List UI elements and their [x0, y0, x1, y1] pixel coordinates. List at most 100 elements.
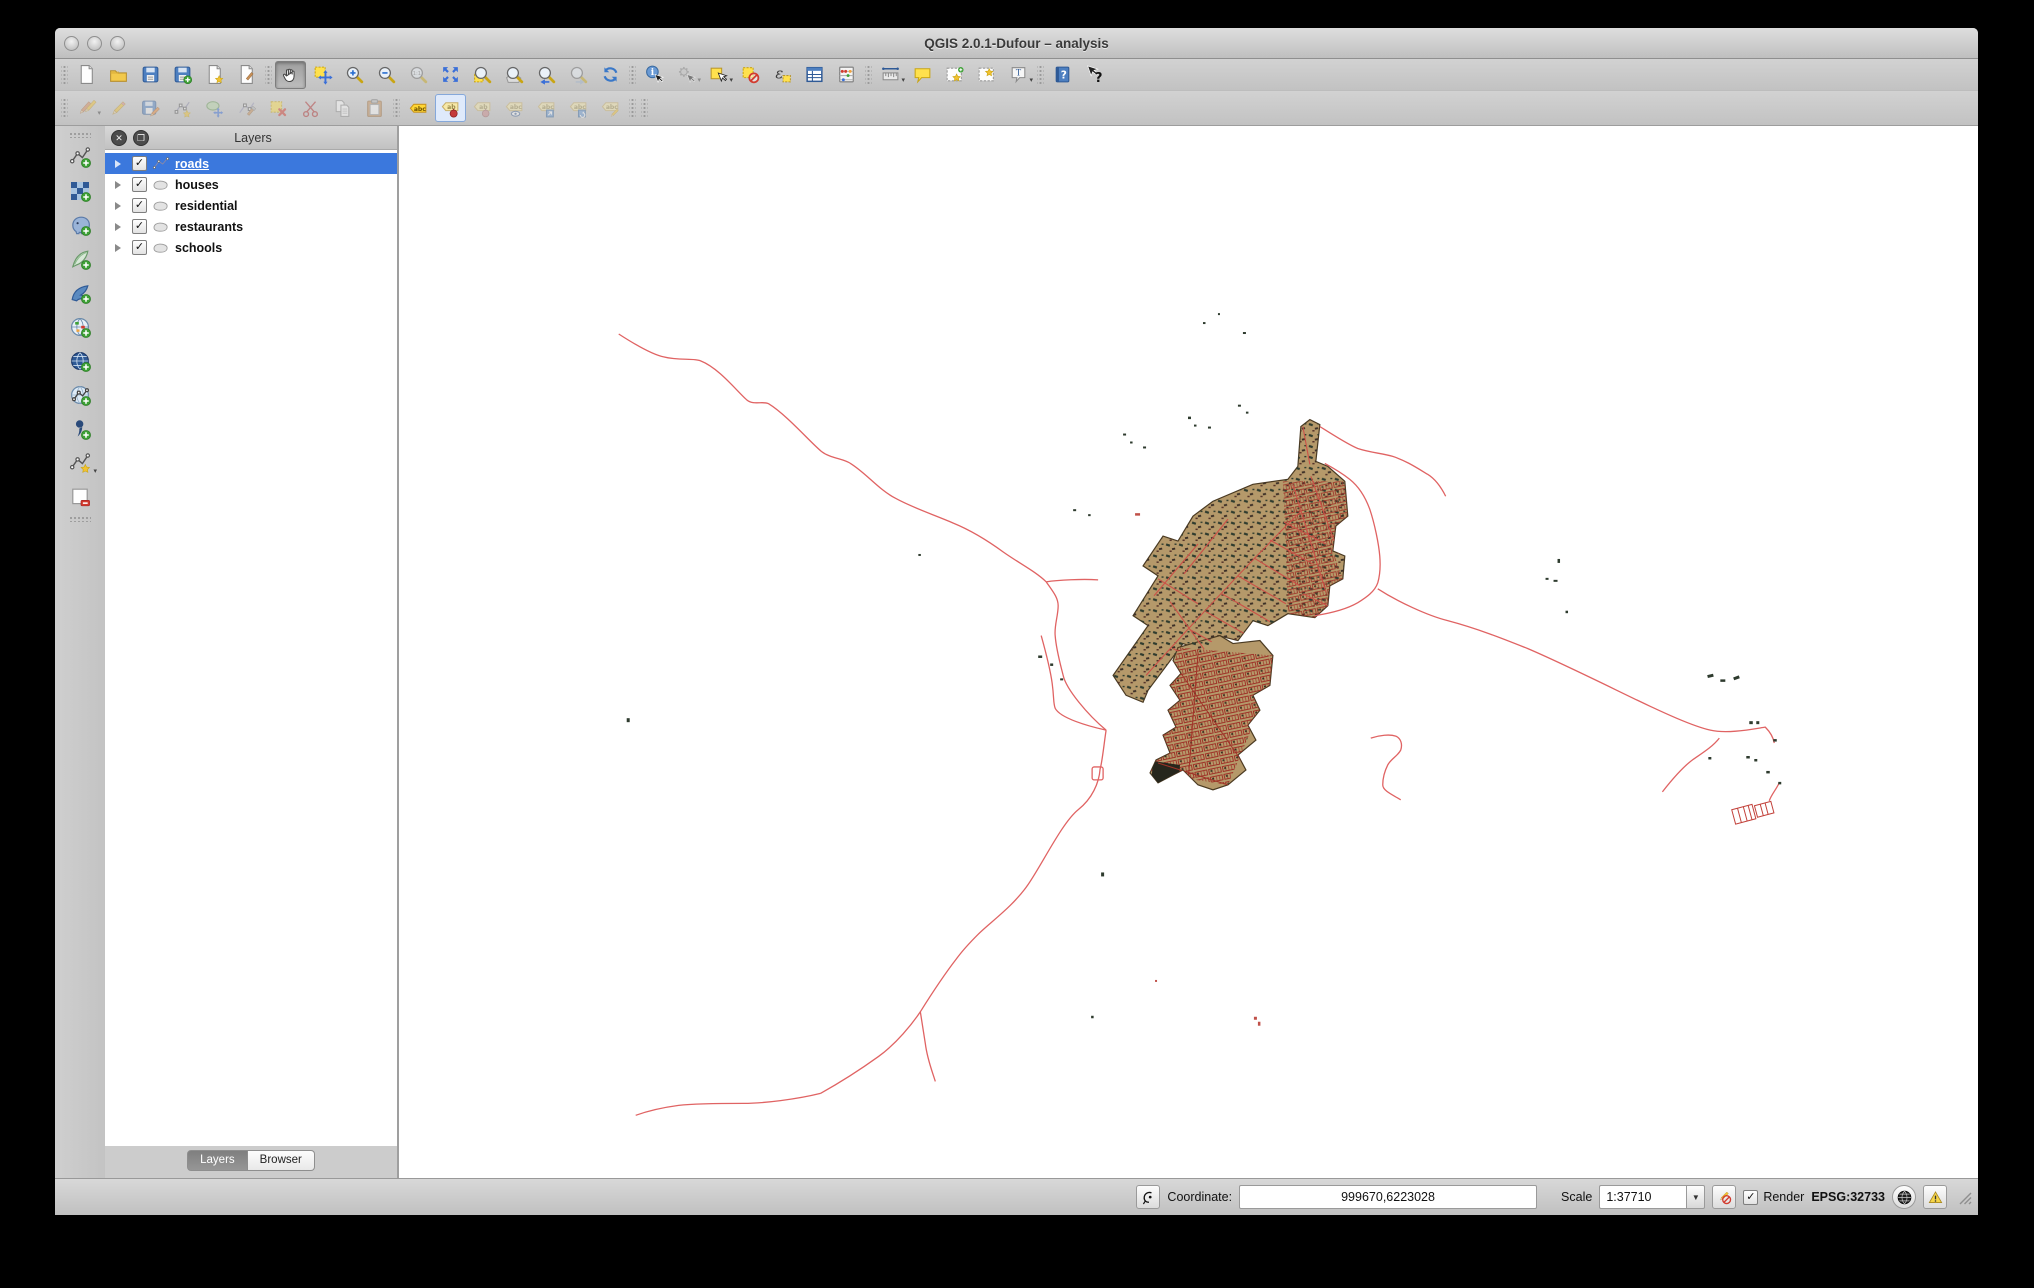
cut-features-button[interactable] — [295, 94, 326, 122]
pan-map-button[interactable] — [275, 60, 306, 89]
zoom-window-button[interactable] — [110, 35, 125, 51]
labeling-options-button[interactable] — [403, 94, 434, 122]
delete-selected-button[interactable] — [263, 94, 294, 122]
add-feature-button[interactable] — [167, 94, 198, 122]
open-project-button[interactable] — [103, 61, 134, 89]
add-wfs-layer-button[interactable] — [62, 378, 98, 412]
add-raster-layer-button[interactable] — [62, 174, 98, 208]
run-feature-action-button[interactable]: ▾ — [671, 61, 702, 89]
toolbar-drag-handle[interactable] — [641, 98, 648, 118]
close-window-button[interactable] — [64, 35, 79, 51]
expand-arrow-icon[interactable] — [115, 159, 127, 168]
toolbar-drag-handle[interactable] — [69, 132, 91, 138]
field-calculator-button[interactable] — [831, 61, 862, 89]
copy-features-button[interactable] — [327, 94, 358, 122]
layer-row-roads[interactable]: ✓ roads — [105, 153, 397, 174]
text-annotation-button[interactable]: ▾ — [1003, 61, 1034, 89]
pin-unpin-labels-button[interactable] — [435, 94, 466, 122]
zoom-to-layer-button[interactable] — [499, 61, 530, 89]
add-postgis-layer-button[interactable] — [62, 208, 98, 242]
expand-arrow-icon[interactable] — [115, 222, 127, 231]
layer-checkbox[interactable]: ✓ — [132, 240, 147, 255]
toolbar-drag-handle[interactable] — [393, 98, 400, 118]
add-wcs-layer-button[interactable] — [62, 344, 98, 378]
zoom-next-button[interactable] — [563, 61, 594, 89]
toggle-editing-button[interactable] — [103, 94, 134, 122]
identify-features-button[interactable] — [639, 61, 670, 89]
zoom-to-selection-button[interactable] — [467, 61, 498, 89]
window-titlebar[interactable]: QGIS 2.0.1-Dufour – analysis — [55, 28, 1978, 59]
select-by-expression-button[interactable] — [767, 61, 798, 89]
refresh-map-button[interactable] — [595, 61, 626, 89]
toolbar-drag-handle[interactable] — [61, 64, 68, 85]
open-attribute-table-button[interactable] — [799, 61, 830, 89]
scale-dropdown-button[interactable]: ▼ — [1686, 1185, 1706, 1209]
composer-manager-button[interactable] — [231, 61, 262, 89]
zoom-actual-size-button[interactable] — [403, 61, 434, 89]
layer-row-houses[interactable]: ✓ houses — [105, 174, 397, 195]
zoom-last-button[interactable] — [531, 61, 562, 89]
new-bookmark-button[interactable] — [939, 61, 970, 89]
toolbar-drag-handle[interactable] — [69, 516, 91, 522]
save-project-as-button[interactable] — [167, 61, 198, 89]
deselect-features-button[interactable] — [735, 61, 766, 89]
crs-globe-button[interactable] — [1892, 1185, 1916, 1209]
zoom-full-button[interactable] — [435, 61, 466, 89]
render-checkbox[interactable]: ✓ — [1743, 1189, 1759, 1205]
node-tool-button[interactable] — [231, 94, 262, 122]
expand-arrow-icon[interactable] — [115, 201, 127, 210]
zoom-out-button[interactable] — [371, 61, 402, 89]
save-layer-edits-button[interactable] — [135, 94, 166, 122]
whats-this-button[interactable] — [1079, 61, 1110, 89]
new-print-composer-button[interactable] — [199, 61, 230, 89]
add-vector-layer-button[interactable] — [62, 140, 98, 174]
rotate-label-button[interactable] — [563, 94, 594, 122]
layer-row-restaurants[interactable]: ✓ restaurants — [105, 216, 397, 237]
show-hide-labels-button[interactable] — [499, 94, 530, 122]
scale-input[interactable] — [1599, 1185, 1687, 1209]
map-tips-button[interactable] — [907, 61, 938, 89]
toolbar-drag-handle[interactable] — [265, 64, 272, 85]
render-toggle[interactable]: ✓ Render — [1743, 1189, 1804, 1205]
resize-grip[interactable] — [1956, 1189, 1972, 1205]
tab-layers[interactable]: Layers — [187, 1149, 248, 1171]
add-mssql-layer-button[interactable] — [62, 276, 98, 310]
messages-warning-button[interactable] — [1923, 1185, 1947, 1209]
select-features-button[interactable]: ▾ — [703, 61, 734, 89]
remove-layer-button[interactable] — [62, 480, 98, 514]
layer-checkbox[interactable]: ✓ — [132, 198, 147, 213]
tab-browser[interactable]: Browser — [247, 1149, 315, 1171]
new-shapefile-layer-button[interactable]: ▾ — [62, 446, 98, 480]
layer-checkbox[interactable]: ✓ — [132, 177, 147, 192]
highlight-pinned-labels-button[interactable] — [467, 94, 498, 122]
map-canvas[interactable] — [399, 126, 1978, 1178]
current-edits-button[interactable]: ▾ — [71, 94, 102, 122]
stop-rendering-button[interactable] — [1712, 1185, 1737, 1209]
layer-checkbox[interactable]: ✓ — [132, 219, 147, 234]
add-spatialite-layer-button[interactable] — [62, 242, 98, 276]
layer-row-residential[interactable]: ✓ residential — [105, 195, 397, 216]
save-project-button[interactable] — [135, 61, 166, 89]
add-wms-layer-button[interactable] — [62, 310, 98, 344]
toolbar-drag-handle[interactable] — [629, 98, 636, 118]
pan-to-selection-button[interactable] — [307, 61, 338, 89]
close-panel-button[interactable]: ✕ — [111, 129, 127, 146]
scale-combo[interactable]: ▼ — [1599, 1185, 1706, 1209]
expand-arrow-icon[interactable] — [115, 243, 127, 252]
toggle-extents-button[interactable] — [1136, 1185, 1161, 1209]
toolbar-drag-handle[interactable] — [865, 64, 872, 85]
change-label-button[interactable] — [595, 94, 626, 122]
show-bookmarks-button[interactable] — [971, 61, 1002, 89]
measure-line-button[interactable]: ▾ — [875, 61, 906, 89]
new-project-button[interactable] — [71, 61, 102, 89]
minimize-window-button[interactable] — [87, 35, 102, 51]
coordinate-input[interactable] — [1239, 1185, 1538, 1209]
layer-checkbox[interactable]: ✓ — [132, 156, 147, 171]
add-delimited-text-layer-button[interactable] — [62, 412, 98, 446]
move-feature-button[interactable] — [199, 94, 230, 122]
layer-row-schools[interactable]: ✓ schools — [105, 237, 397, 258]
expand-arrow-icon[interactable] — [115, 180, 127, 189]
move-label-button[interactable] — [531, 94, 562, 122]
toolbar-drag-handle[interactable] — [61, 98, 68, 118]
zoom-in-button[interactable] — [339, 61, 370, 89]
